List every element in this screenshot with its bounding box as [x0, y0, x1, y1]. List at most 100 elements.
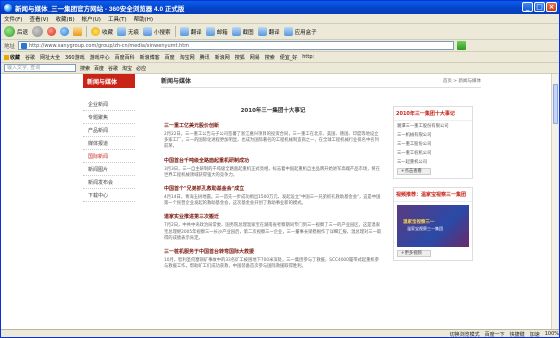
refresh-button[interactable]	[60, 27, 70, 36]
translate2-button[interactable]: 翻译	[257, 27, 280, 36]
maximize-button[interactable]: □	[534, 2, 545, 12]
search-icon	[143, 27, 153, 36]
fav-item[interactable]: http:	[302, 54, 314, 60]
incognito-button[interactable]: 无痕	[117, 27, 139, 36]
sidebar-nav: 企业新闻 专题聚焦 产品新闻 媒体报道 国际新闻 新闻图片 新闻发布会 下载中心	[83, 98, 135, 202]
breadcrumb[interactable]: 首页 > 新闻与媒体	[443, 78, 481, 84]
article-item: 三一桩机服务于中国首台转弯国际大救援 10月，智利圣何塞铜矿事故中的33名矿工被…	[164, 248, 382, 270]
favorites-button[interactable]: 收藏	[91, 27, 113, 36]
back-button[interactable]: 后退	[4, 26, 28, 37]
menu-file[interactable]: 文件(F)	[4, 15, 22, 23]
menu-favorites[interactable]: 收藏(B)	[56, 15, 75, 23]
address-label: 地址	[4, 43, 16, 50]
events-link[interactable]: 三一重工桩机公司	[394, 148, 472, 157]
forward-arrow-icon	[32, 26, 44, 37]
fav-item[interactable]: 游戏中心	[90, 54, 110, 61]
video-caption: 温家宝视察三一	[403, 220, 435, 225]
translate-icon	[179, 27, 189, 36]
menu-view[interactable]: 查看(V)	[29, 15, 48, 23]
screenshot-button[interactable]: 截图	[231, 27, 254, 36]
status-accelerate[interactable]: 加速	[530, 331, 540, 338]
more-videos-button[interactable]: +更多视频	[397, 250, 431, 257]
sidebar-item-news-photos[interactable]: 新闻图片	[83, 163, 135, 176]
browser-logo-icon	[4, 3, 12, 12]
vertical-scrollbar[interactable]	[551, 74, 558, 329]
status-baidu[interactable]: 百度一下	[485, 331, 505, 338]
article-item-text: 7月2日，中共中央政治局常委、国务院总理温家宝在湖南省考察期间专门到三一视察了三…	[164, 223, 382, 241]
search-engine-taobao[interactable]: 淘宝	[122, 65, 132, 72]
close-button[interactable]: ×	[546, 2, 557, 12]
sidebar-item-downloads[interactable]: 下载中心	[83, 189, 135, 202]
mail-button[interactable]: 邮箱	[205, 27, 228, 36]
home-button[interactable]	[73, 27, 83, 36]
menu-help[interactable]: 帮助(H)	[134, 15, 153, 23]
sidebar-item-corporate-news[interactable]: 企业新闻	[83, 98, 135, 111]
article-item: 中国首台千吨级全路面起重机研制成功 3月3日，三一自主研制的千吨级全路面起重机正…	[164, 157, 382, 179]
title-bar[interactable]: 新闻与媒体_三一集团官方网站 - 360安全浏览器 4.0 正式版 _ □ ×	[1, 1, 559, 14]
quick-search-button[interactable]: 小搜索	[143, 27, 171, 36]
events-link[interactable]: 三一机械有限公司	[394, 130, 472, 139]
stop-button[interactable]	[47, 27, 57, 36]
fav-item[interactable]: 网址大全	[40, 54, 60, 61]
article-item-text: 4月14日，青海玉树地震。三一首先一步成功捐出1500万元，发起设立"中国三一兄…	[164, 195, 381, 207]
fav-item[interactable]: 百度	[165, 54, 175, 61]
sidebar-item-international-news[interactable]: 国际新闻	[83, 150, 135, 163]
toolbar-divider	[86, 26, 88, 37]
menu-tools[interactable]: 工具(T)	[108, 15, 127, 23]
fav-item[interactable]: 网易	[250, 54, 260, 61]
status-mode-switch[interactable]: 切换浏览模式	[450, 331, 480, 338]
stop-icon	[47, 27, 57, 36]
sidebar-item-press-conference[interactable]: 新闻发布会	[83, 176, 135, 189]
window-title: 新闻与媒体_三一集团官方网站 - 360安全浏览器 4.0 正式版	[15, 5, 185, 13]
article-title: 2010年三一集团十大事记	[240, 108, 306, 114]
right-sidebar: 2010年三一集团十大事记 湘潭三一重工股份有限公司 三一机械有限公司 三一重工…	[393, 106, 473, 269]
events-link[interactable]: 湘潭三一重工股份有限公司	[394, 121, 472, 130]
scrollbar-thumb[interactable]	[553, 84, 558, 124]
fav-item[interactable]: 腾讯	[200, 54, 210, 61]
translate-button[interactable]: 翻译	[179, 27, 202, 36]
search-engine-bing[interactable]: 必应	[136, 65, 146, 72]
events-link[interactable]: 三一起重机公司	[394, 157, 472, 166]
forward-button[interactable]	[32, 26, 44, 37]
sidebar-item-product-news[interactable]: 产品新闻	[83, 124, 135, 137]
events-link[interactable]: 三一重工股份公司	[394, 139, 472, 148]
status-bar: 切换浏览模式 百度一下 快捷键 加速 100%	[1, 329, 559, 338]
fav-item[interactable]: 淘宝网	[180, 54, 195, 61]
fav-item[interactable]: 百度百科	[115, 54, 135, 61]
toolbar-divider	[174, 26, 176, 37]
menu-account[interactable]: 帐户(U)	[82, 15, 101, 23]
page-viewport: 新闻与媒体 企业新闻 专题聚焦 产品新闻 媒体报道 国际新闻 新闻图片 新闻发布…	[1, 74, 552, 329]
article-item: 三一重工亿美元股价创新 2月22日，三一重工公告与子公司签署了浙江嘉兴项目的投资…	[164, 122, 382, 151]
folder-icon	[4, 54, 9, 60]
events-more-button[interactable]: +点击查看	[397, 168, 431, 175]
search-button[interactable]: 搜索	[80, 65, 90, 72]
fav-item[interactable]: 谷歌	[25, 54, 35, 61]
address-bar: 地址 http://www.sanygroup.com/group/zh-cn/…	[1, 40, 559, 52]
fav-item[interactable]: 360游戏	[65, 54, 85, 61]
article-item-heading: 道家实业推进第三次搬迁	[164, 214, 220, 221]
search-input[interactable]: 输入文字, 查询	[4, 64, 76, 72]
search-bar: 输入文字, 查询 搜索 百度 谷歌 淘宝 必应	[1, 63, 559, 74]
search-engine-baidu[interactable]: 百度	[94, 65, 104, 72]
fav-item[interactable]: 搜索	[265, 54, 275, 61]
fav-item[interactable]: 便宜_好	[280, 54, 298, 61]
video-thumbnail[interactable]: 温家宝视察三一 温家宝视察三一集团	[397, 205, 469, 247]
refresh-icon	[60, 27, 70, 36]
sidebar-item-media-reports[interactable]: 媒体报道	[83, 137, 135, 150]
fav-item[interactable]: 收藏	[4, 54, 20, 61]
go-icon[interactable]	[457, 41, 467, 50]
fav-item[interactable]: 新浪网	[215, 54, 230, 61]
status-zoom[interactable]: 100%	[545, 331, 559, 337]
app-box-button[interactable]: 应用盒子	[283, 27, 317, 36]
incognito-icon	[117, 27, 127, 36]
window-controls: _ □ ×	[522, 2, 557, 12]
search-engine-google[interactable]: 谷歌	[108, 65, 118, 72]
minimize-button[interactable]: _	[522, 2, 533, 12]
status-shortcut[interactable]: 快捷键	[510, 331, 525, 338]
url-input[interactable]: http://www.sanygroup.com/group/zh-cn/med…	[18, 41, 455, 50]
fav-item[interactable]: 搜狐	[235, 54, 245, 61]
article-item-text: 3月3日，三一自主研制的千吨级全路面起重机正式亮相，标志着中国起重机自主品牌开始…	[164, 166, 381, 178]
back-arrow-icon	[4, 26, 15, 37]
fav-item[interactable]: 新浪博客	[140, 54, 160, 61]
sidebar-item-special-focus[interactable]: 专题聚焦	[83, 111, 135, 124]
